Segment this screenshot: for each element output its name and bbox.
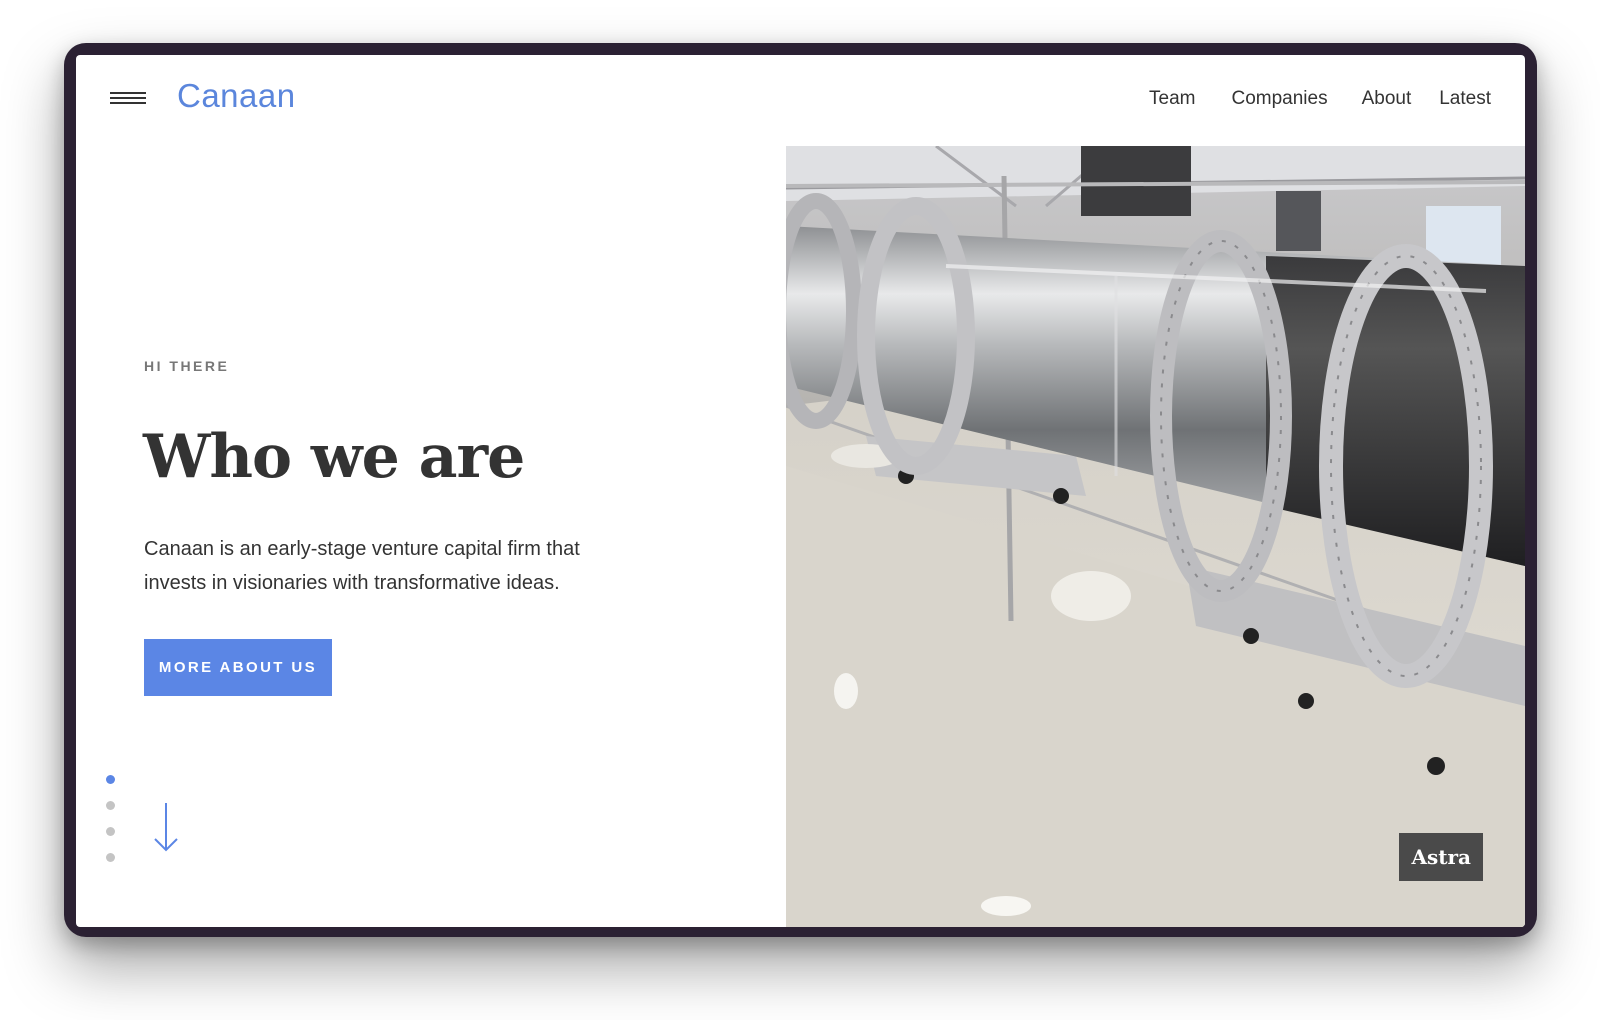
site-logo[interactable]: Canaan xyxy=(177,77,296,115)
nav-link-about[interactable]: About xyxy=(1362,88,1412,110)
browser-viewport: Canaan Team Companies About Latest HI TH… xyxy=(76,55,1525,927)
nav-link-companies[interactable]: Companies xyxy=(1231,88,1327,110)
pagination-dot-3[interactable] xyxy=(106,827,115,836)
slide-pagination xyxy=(106,775,115,879)
main-nav: Team Companies About Latest xyxy=(1149,88,1491,110)
nav-link-team[interactable]: Team xyxy=(1149,88,1195,110)
nav-link-latest[interactable]: Latest xyxy=(1439,88,1491,110)
pagination-dot-2[interactable] xyxy=(106,801,115,810)
hero-eyebrow: HI THERE xyxy=(144,358,230,374)
hamburger-menu-icon[interactable] xyxy=(110,92,146,106)
site-header: Canaan Team Companies About Latest xyxy=(76,55,1525,148)
device-frame: Canaan Team Companies About Latest HI TH… xyxy=(64,43,1537,937)
image-caption-badge[interactable]: Astra xyxy=(1399,833,1483,881)
rocket-factory-image xyxy=(786,146,1525,927)
pagination-dot-1[interactable] xyxy=(106,775,115,784)
hero-image: Astra xyxy=(786,146,1525,927)
hero-description: Canaan is an early-stage venture capital… xyxy=(144,538,580,594)
pagination-dot-4[interactable] xyxy=(106,853,115,862)
arrow-down-icon[interactable] xyxy=(153,803,179,853)
hero-title: Who we are xyxy=(143,422,525,492)
more-about-us-button[interactable]: MORE ABOUT US xyxy=(144,639,332,696)
